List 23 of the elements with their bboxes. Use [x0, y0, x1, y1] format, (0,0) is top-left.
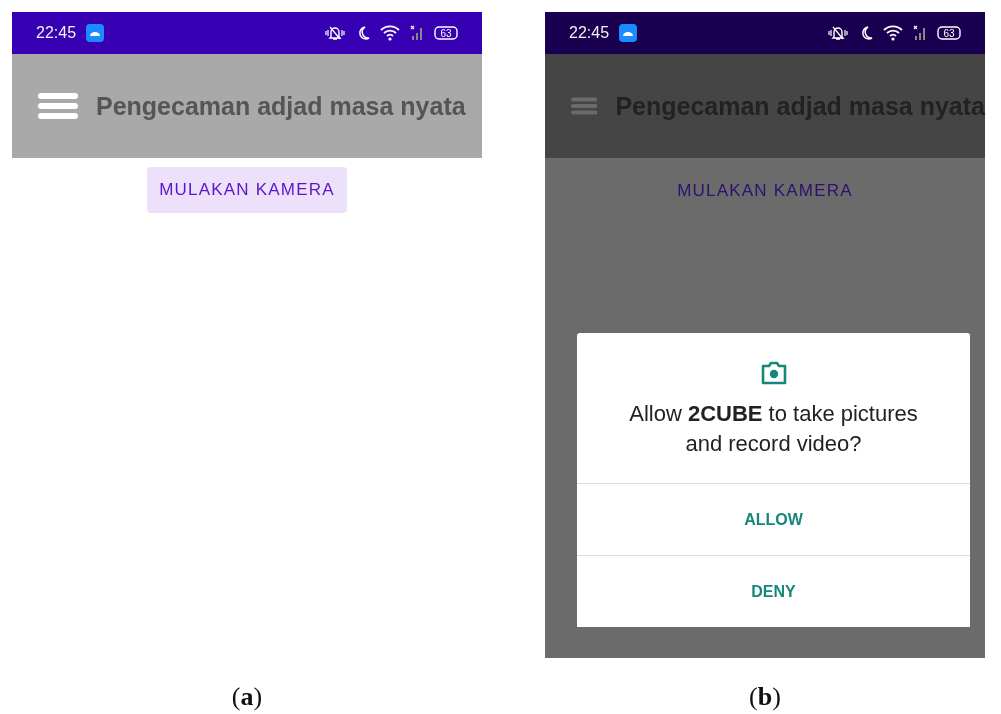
camera-icon — [760, 361, 787, 385]
figure-caption: (a) — [231, 682, 263, 712]
app-notification-icon — [619, 24, 638, 42]
app-notification-icon — [86, 24, 105, 42]
start-camera-button[interactable]: MULAKAN KAMERA — [147, 167, 347, 213]
moon-icon — [356, 25, 370, 41]
battery-level: 63 — [440, 28, 452, 39]
permission-message: Allow 2CUBE to take pictures and record video? — [628, 400, 919, 458]
vibrate-mute-icon — [324, 25, 346, 41]
wifi-icon — [380, 25, 400, 41]
signal-icon — [410, 25, 424, 41]
status-time: 22:45 — [36, 24, 77, 42]
dialog-button[interactable]: DENY — [577, 555, 970, 627]
menu-icon[interactable] — [38, 93, 78, 119]
battery-level: 63 — [943, 28, 955, 39]
vibrate-mute-icon — [827, 25, 849, 41]
app-title: Pengecaman adjad masa nyata — [96, 91, 466, 121]
figure-caption: (b) — [749, 682, 781, 712]
wifi-icon — [883, 25, 903, 41]
start-camera-button[interactable]: MULAKAN KAMERA — [665, 168, 865, 214]
moon-icon — [859, 25, 873, 41]
signal-icon — [913, 25, 927, 41]
status-time: 22:45 — [569, 24, 610, 42]
